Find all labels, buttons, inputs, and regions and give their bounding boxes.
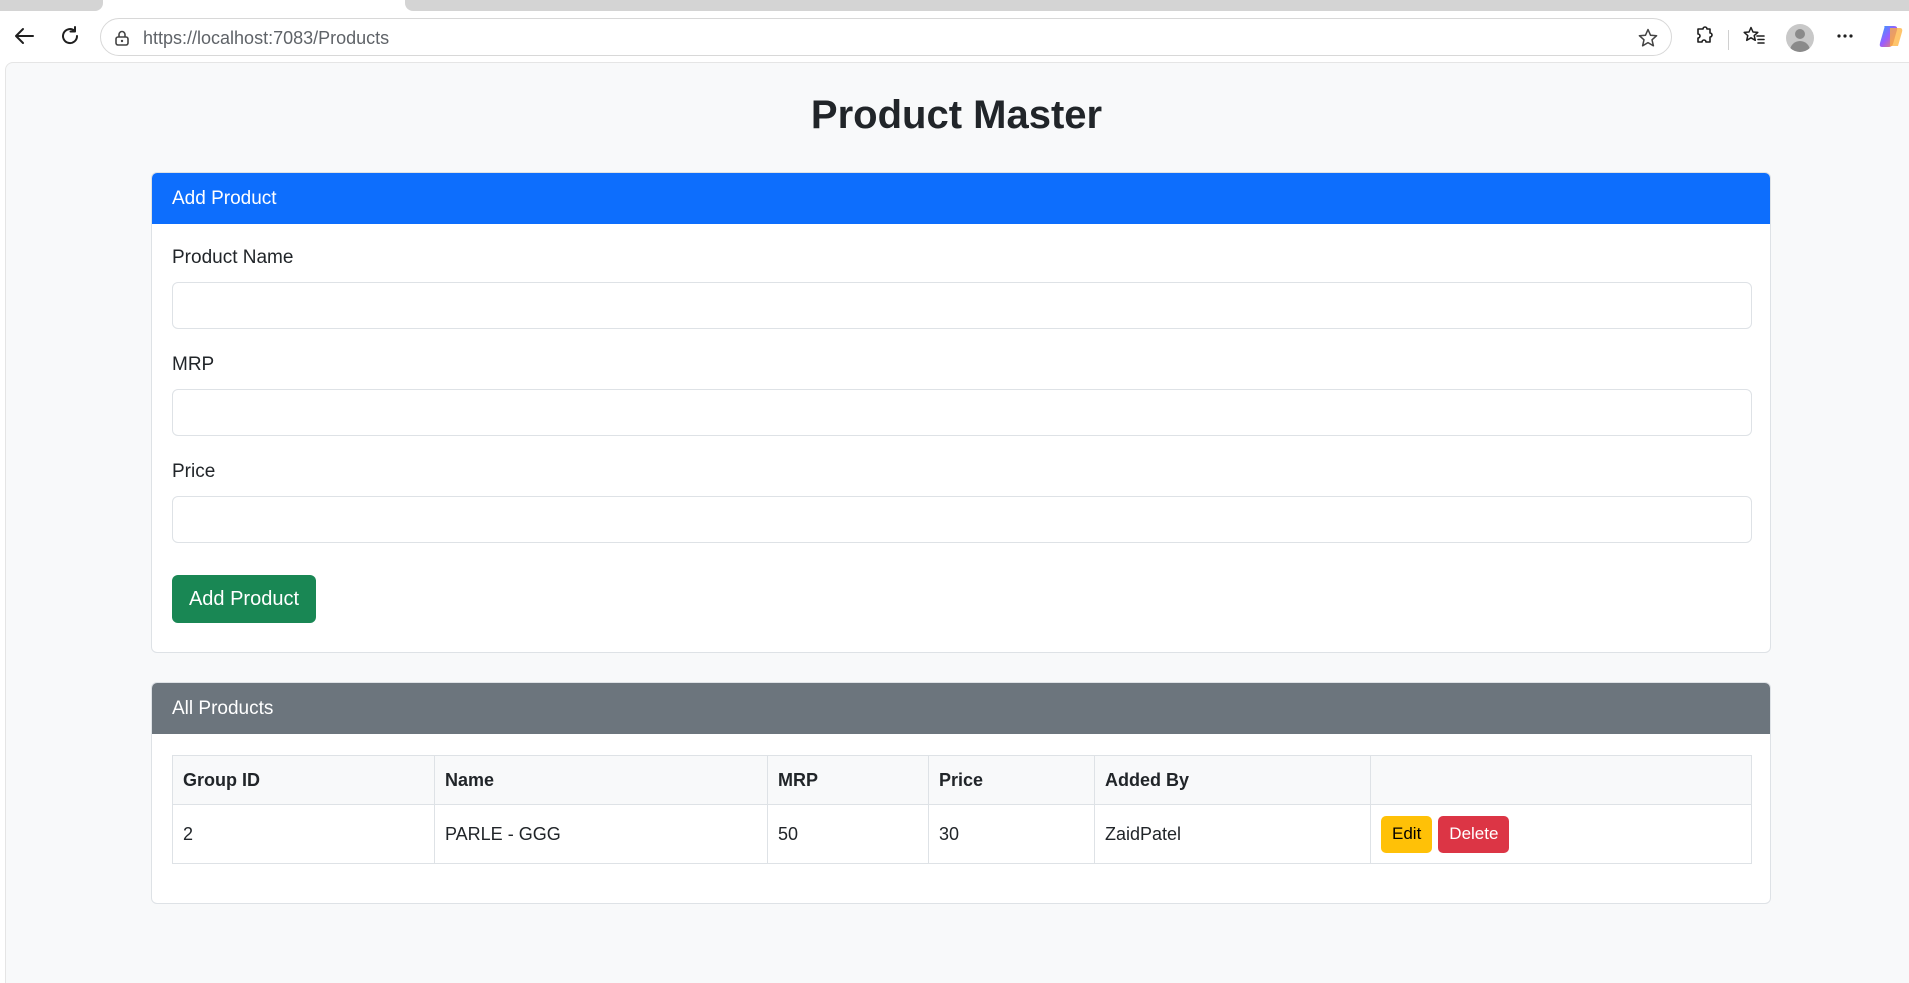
add-product-card: Add Product Product Name MRP Price Add P… [151,172,1771,653]
delete-button[interactable]: Delete [1438,815,1510,853]
lock-icon[interactable] [113,29,131,47]
cell-name: PARLE - GGG [434,804,768,864]
price-input[interactable] [172,496,1752,543]
product-name-input[interactable] [172,282,1752,329]
more-icon [1837,34,1853,38]
favorites-icon [1743,26,1765,44]
refresh-icon [62,26,79,45]
toolbar-divider [1728,30,1729,50]
mrp-input[interactable] [172,389,1752,436]
cell-actions: Edit Delete [1370,804,1752,864]
all-products-card: All Products Group ID Name MRP Price Add… [151,682,1771,904]
column-header-added-by: Added By [1094,755,1371,805]
column-header-name: Name [434,755,768,805]
more-button[interactable] [1827,18,1863,54]
page-title: Product Master [810,93,1103,137]
cell-group-id: 2 [172,804,435,864]
copilot-icon [1879,26,1903,47]
price-label: Price [172,461,216,482]
star-icon[interactable] [1637,27,1659,49]
table-header-row: Group ID Name MRP Price Added By [172,755,1752,805]
back-button[interactable] [6,18,42,54]
all-products-header: All Products [152,683,1770,734]
page-viewport: Product Master Add Product Product Name … [5,62,1909,983]
products-table: Group ID Name MRP Price Added By 2 PARLE… [172,755,1752,864]
cell-price: 30 [928,804,1095,864]
refresh-button[interactable] [52,18,88,54]
mrp-label: MRP [172,354,215,375]
edit-button[interactable]: Edit [1381,815,1433,853]
browser-tab-left[interactable] [0,0,103,11]
table-row: 2 PARLE - GGG 50 30 ZaidPatel Edit Delete [172,804,1752,864]
browser-tab-right[interactable] [405,0,1909,11]
column-header-price: Price [928,755,1095,805]
back-icon [15,28,34,44]
url-path: :7083/Products [268,28,390,48]
copilot-button[interactable] [1872,18,1908,54]
add-product-button[interactable]: Add Product [172,575,316,623]
url-host: https://localhost [143,28,269,48]
column-header-actions [1370,755,1752,805]
favorites-button[interactable] [1736,18,1772,54]
cell-added-by: ZaidPatel [1094,804,1371,864]
add-product-header: Add Product [152,173,1770,224]
column-header-group-id: Group ID [172,755,435,805]
address-bar[interactable]: https://localhost:7083/Products [100,18,1672,56]
extensions-icon [1697,26,1713,43]
tab-strip [0,0,1909,12]
profile-avatar[interactable] [1786,24,1814,52]
column-header-mrp: MRP [767,755,929,805]
browser-toolbar: https://localhost:7083/Products [0,12,1909,62]
product-name-label: Product Name [172,247,294,268]
extensions-button[interactable] [1686,18,1722,54]
cell-mrp: 50 [767,804,929,864]
url-text[interactable]: https://localhost:7083/Products [143,28,389,49]
